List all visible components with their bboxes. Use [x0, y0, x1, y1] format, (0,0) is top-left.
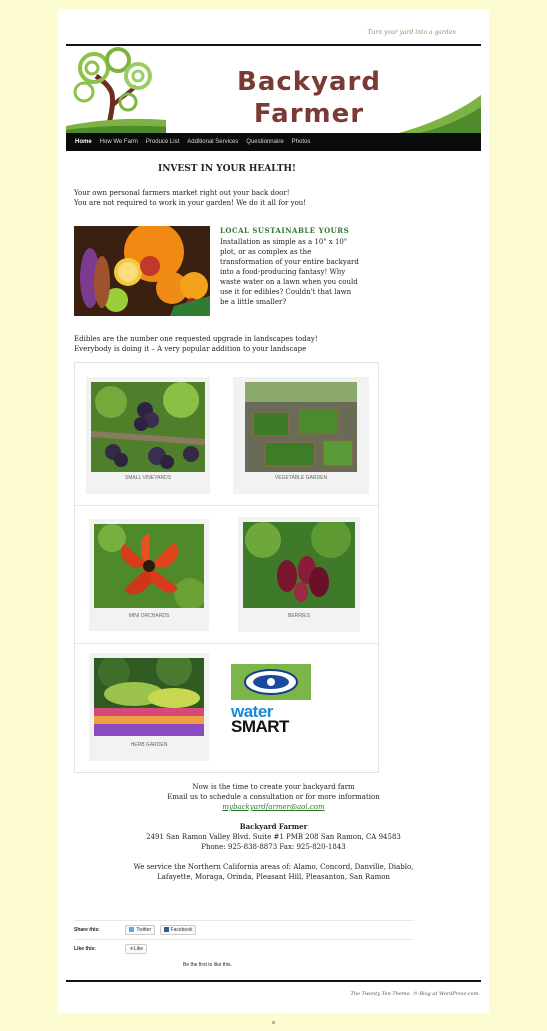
contact-line-1: Now is the time to create your backyard … [192, 783, 355, 791]
contact-line-2: Email us to schedule a consultation or f… [167, 793, 380, 801]
nav-produce-list[interactable]: Produce List [146, 139, 179, 145]
nav-questionnaire[interactable]: Questionnaire [246, 139, 283, 145]
watersmart-badge [231, 664, 311, 700]
facebook-icon [163, 927, 169, 933]
gallery-item-orchards[interactable]: MINI ORCHARDS [89, 519, 209, 631]
fruit-basket-photo[interactable] [74, 226, 210, 316]
email-link[interactable]: mybackyardfarmer@aol.com [58, 802, 489, 812]
main-navigation: Home How We Farm Produce List Additional… [66, 133, 481, 151]
scroll-indicator-dot [272, 1021, 275, 1024]
like-divider [74, 939, 414, 940]
gallery-item-vegetable-garden[interactable]: VEGETABLE GARDEN [233, 377, 369, 494]
share-label: Share this: [74, 927, 100, 933]
facebook-label: Facebook [170, 927, 193, 933]
gallery-item-herb-garden[interactable]: HERB GARDEN [89, 653, 209, 761]
first-like-text: Be the first to like this. [183, 962, 232, 968]
photo-gallery: SMALL VINEYARDS VEGETABLE GARDEN MINI OR… [74, 362, 379, 773]
gallery-item-vineyards[interactable]: SMALL VINEYARDS [86, 377, 210, 494]
berries-photo[interactable] [243, 522, 355, 608]
business-phone: Phone: 925-838-8873 Fax: 925-820-1843 [201, 843, 346, 851]
gallery-caption: HERB GARDEN [130, 742, 168, 748]
gallery-divider [75, 643, 378, 644]
twitter-label: Twitter [136, 927, 152, 933]
herb-garden-photo[interactable] [94, 658, 204, 736]
site-title[interactable]: Backyard Farmer [229, 66, 389, 130]
vegetable-garden-photo[interactable] [245, 382, 357, 472]
feature-description: Installation as simple as a 10" x 10" pl… [220, 238, 359, 306]
nav-additional-services[interactable]: Additional Services [187, 139, 238, 145]
site-header: Backyard Farmer [66, 46, 481, 135]
site-title-line2: Farmer [253, 99, 365, 129]
feature-title: LOCAL SUSTAINABLE YOURS [220, 226, 350, 235]
business-address: 2491 San Ramon Valley Blvd. Suite #1 PMB… [146, 833, 401, 841]
watersmart-word-smart: SMART [231, 717, 289, 736]
service-area-line-2: Lafayette, Moraga, Orinda, Pleasant Hill… [157, 873, 390, 881]
gallery-divider [75, 505, 378, 506]
footer-credit[interactable]: The Twenty Ten Theme. ⓦ Blog at WordPres… [351, 990, 480, 997]
contact-section: Now is the time to create your backyard … [58, 782, 489, 882]
intro-line-2: You are not required to work in your gar… [74, 199, 307, 207]
site-tagline: Turn your yard into a garden [367, 29, 456, 36]
share-divider [74, 920, 414, 921]
gallery-caption: MINI ORCHARDS [128, 613, 170, 619]
service-area-line-1: We service the Northern California areas… [133, 863, 414, 871]
like-section: Like this: ★Like [74, 944, 414, 954]
feature-text-block: LOCAL SUSTAINABLE YOURS Installation as … [220, 226, 360, 307]
nav-photos[interactable]: Photos [292, 139, 311, 145]
footer-rule [66, 980, 481, 982]
main-content: INVEST IN YOUR HEALTH! Your own personal… [74, 164, 380, 354]
twitter-share-button[interactable]: Twitter [125, 925, 156, 935]
gallery-caption: BERRIES [288, 613, 310, 619]
business-name: Backyard Farmer [239, 822, 308, 831]
intro-line-1: Your own personal farmers market right o… [74, 189, 290, 197]
header-grass-right [391, 95, 481, 135]
watersmart-logo[interactable]: water SMART [231, 664, 313, 735]
share-section: Share this: Twitter Facebook [74, 925, 414, 935]
orchard-photo[interactable] [94, 524, 204, 608]
gallery-item-berries[interactable]: BERRIES [238, 517, 360, 632]
site-title-line1: Backyard [237, 67, 381, 97]
edibles-line-1: Edibles are the number one requested upg… [74, 335, 318, 343]
like-button-label: Like [133, 946, 144, 952]
vineyard-photo[interactable] [91, 382, 205, 472]
intro-text: Your own personal farmers market right o… [74, 188, 380, 208]
edibles-line-2: Everybody is doing it – A very popular a… [74, 345, 307, 353]
feature-block: LOCAL SUSTAINABLE YOURS Installation as … [74, 226, 380, 320]
like-label: Like this: [74, 946, 96, 952]
nav-how-we-farm[interactable]: How We Farm [100, 139, 138, 145]
gallery-caption: SMALL VINEYARDS [124, 475, 172, 481]
nav-home[interactable]: Home [75, 139, 92, 145]
gallery-caption: VEGETABLE GARDEN [274, 475, 328, 481]
tree-logo[interactable] [66, 46, 166, 135]
edibles-text: Edibles are the number one requested upg… [74, 334, 380, 354]
like-button[interactable]: ★Like [125, 944, 148, 954]
twitter-icon [129, 927, 135, 933]
page-heading: INVEST IN YOUR HEALTH! [158, 164, 296, 174]
facebook-share-button[interactable]: Facebook [159, 925, 197, 935]
